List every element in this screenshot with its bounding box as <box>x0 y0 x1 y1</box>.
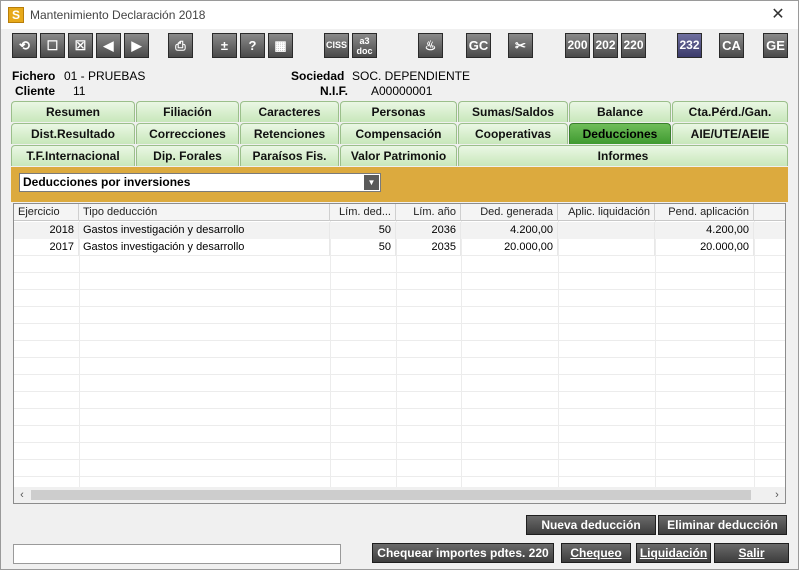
cell-ded-generada: 4.200,00 <box>461 222 558 239</box>
status-field <box>13 544 341 564</box>
cell-lim-ano: 2035 <box>396 239 461 256</box>
nif-field: N.I.F. A00000001 <box>320 84 432 98</box>
tab-sumas-saldos[interactable]: Sumas/Saldos <box>458 101 568 122</box>
help-button[interactable]: ? <box>240 33 265 58</box>
cell-ejercicio: 2018 <box>14 222 79 239</box>
cliente-label: Cliente <box>15 84 56 98</box>
title-bar: S Mantenimiento Declaración 2018 ✕ <box>1 1 798 29</box>
previous-button[interactable]: ◀ <box>96 33 121 58</box>
fichero-label: Fichero <box>12 69 56 83</box>
tab-dist-resultado[interactable]: Dist.Resultado <box>11 123 135 144</box>
tab-caracteres[interactable]: Caracteres <box>240 101 339 122</box>
tab-deducciones[interactable]: Deducciones <box>569 123 671 144</box>
close-icon[interactable]: ✕ <box>760 1 796 29</box>
tab-correcciones[interactable]: Correcciones <box>136 123 239 144</box>
tab-retenciones[interactable]: Retenciones <box>240 123 339 144</box>
tab-compensacion[interactable]: Compensación <box>340 123 457 144</box>
print-button[interactable]: ⎙ <box>168 33 193 58</box>
cell-ejercicio: 2017 <box>14 239 79 256</box>
liquidacion-button[interactable]: Liquidación <box>636 543 711 563</box>
cell-aplic-liquidacion <box>558 222 655 239</box>
cancel-button[interactable]: ☒ <box>68 33 93 58</box>
cliente-field: Cliente 11 <box>15 84 85 98</box>
cliente-value: 11 <box>73 84 86 98</box>
fichero-value: 01 - PRUEBAS <box>64 69 146 83</box>
alarm-button[interactable]: ♨ <box>418 33 443 58</box>
salir-button[interactable]: Salir <box>714 543 789 563</box>
window-title: Mantenimiento Declaración 2018 <box>30 8 206 22</box>
model-232-button[interactable]: 232 <box>677 33 702 58</box>
a3doc-button[interactable]: a3 doc <box>352 33 377 58</box>
cell-aplic-liquidacion <box>558 239 655 256</box>
cell-pend-aplicacion: 20.000,00 <box>655 239 754 256</box>
new-record-button[interactable]: ☐ <box>40 33 65 58</box>
horizontal-scrollbar[interactable]: ‹ › <box>14 487 785 503</box>
cell-lim-ded: 50 <box>330 239 396 256</box>
ca-button[interactable]: CA <box>719 33 744 58</box>
nif-value: A00000001 <box>371 84 433 98</box>
col-lim-ano[interactable]: Lím. año <box>396 204 461 221</box>
cell-pend-aplicacion: 4.200,00 <box>655 222 754 239</box>
deduction-type-value: Deducciones por inversiones <box>23 175 191 189</box>
tab-personas[interactable]: Personas <box>340 101 457 122</box>
tab-valor-patrimonio[interactable]: Valor Patrimonio <box>340 145 457 166</box>
chequeo-button[interactable]: Chequeo <box>561 543 631 563</box>
model-200-button[interactable]: 200 <box>565 33 590 58</box>
col-lim-ded[interactable]: Lím. ded... <box>330 204 396 221</box>
tab-dip-forales[interactable]: Dip. Forales <box>136 145 239 166</box>
sociedad-field: Sociedad SOC. DEPENDIENTE <box>291 69 470 83</box>
tab-aie-ute-aeie[interactable]: AIE/UTE/AEIE <box>672 123 788 144</box>
table-header: Ejercicio Tipo deducción Lím. ded... Lím… <box>14 204 785 221</box>
nif-label: N.I.F. <box>320 84 349 98</box>
scroll-right-icon[interactable]: › <box>769 487 785 503</box>
col-ded-generada[interactable]: Ded. generada <box>461 204 558 221</box>
filter-panel: Deducciones por inversiones ▼ <box>11 167 788 202</box>
cell-tipo-deduccion: Gastos investigación y desarrollo <box>79 239 330 256</box>
ciss-button[interactable]: CISS <box>324 33 349 58</box>
tab-resumen[interactable]: Resumen <box>11 101 135 122</box>
table-row[interactable]: 2017 Gastos investigación y desarrollo 5… <box>14 239 785 256</box>
calculator-button[interactable]: ▦ <box>268 33 293 58</box>
chequear-importes-button[interactable]: Chequear importes pdtes. 220 <box>372 543 554 563</box>
col-pend-aplicacion[interactable]: Pend. aplicación <box>655 204 754 221</box>
sociedad-label: Sociedad <box>291 69 345 83</box>
tab-cooperativas[interactable]: Cooperativas <box>458 123 568 144</box>
tab-filiacion[interactable]: Filiación <box>136 101 239 122</box>
main-window: S Mantenimiento Declaración 2018 ✕ ⟲ ☐ ☒… <box>0 0 799 570</box>
next-button[interactable]: ▶ <box>124 33 149 58</box>
deductions-table: Ejercicio Tipo deducción Lím. ded... Lím… <box>13 203 786 504</box>
eliminar-deduccion-button[interactable]: Eliminar deducción <box>658 515 787 535</box>
col-aplic-liquidacion[interactable]: Aplic. liquidación <box>558 204 655 221</box>
col-tipo-deduccion[interactable]: Tipo deducción <box>79 204 330 221</box>
cell-lim-ded: 50 <box>330 222 396 239</box>
cell-lim-ano: 2036 <box>396 222 461 239</box>
chevron-down-icon[interactable]: ▼ <box>364 175 379 190</box>
scroll-left-icon[interactable]: ‹ <box>14 487 30 503</box>
ge-button[interactable]: GE <box>763 33 788 58</box>
cell-ded-generada: 20.000,00 <box>461 239 558 256</box>
gc-button[interactable]: GC <box>466 33 491 58</box>
plus-minus-button[interactable]: ± <box>212 33 237 58</box>
cell-tipo-deduccion: Gastos investigación y desarrollo <box>79 222 330 239</box>
tab-cta-perd-gan[interactable]: Cta.Pérd./Gan. <box>672 101 788 122</box>
tab-informes[interactable]: Informes <box>458 145 788 166</box>
toolbar: ⟲ ☐ ☒ ◀ ▶ ⎙ ± ? ▦ CISS a3 doc ♨ GC ✂ 200… <box>1 29 798 63</box>
tab-balance[interactable]: Balance <box>569 101 671 122</box>
scrollbar-thumb[interactable] <box>31 490 751 500</box>
model-202-button[interactable]: 202 <box>593 33 618 58</box>
app-logo-icon: S <box>8 7 24 23</box>
tab-tf-internacional[interactable]: T.F.Internacional <box>11 145 135 166</box>
fichero-field: Fichero 01 - PRUEBAS <box>12 69 145 83</box>
tab-paraisos-fis[interactable]: Paraísos Fis. <box>240 145 339 166</box>
sociedad-value: SOC. DEPENDIENTE <box>352 69 471 83</box>
refresh-button[interactable]: ⟲ <box>12 33 37 58</box>
deduction-type-select[interactable]: Deducciones por inversiones ▼ <box>19 173 381 192</box>
table-row[interactable]: 2018 Gastos investigación y desarrollo 5… <box>14 222 785 239</box>
tools-button[interactable]: ✂ <box>508 33 533 58</box>
col-ejercicio[interactable]: Ejercicio <box>14 204 79 221</box>
model-220-button[interactable]: 220 <box>621 33 646 58</box>
nueva-deduccion-button[interactable]: Nueva deducción <box>526 515 656 535</box>
